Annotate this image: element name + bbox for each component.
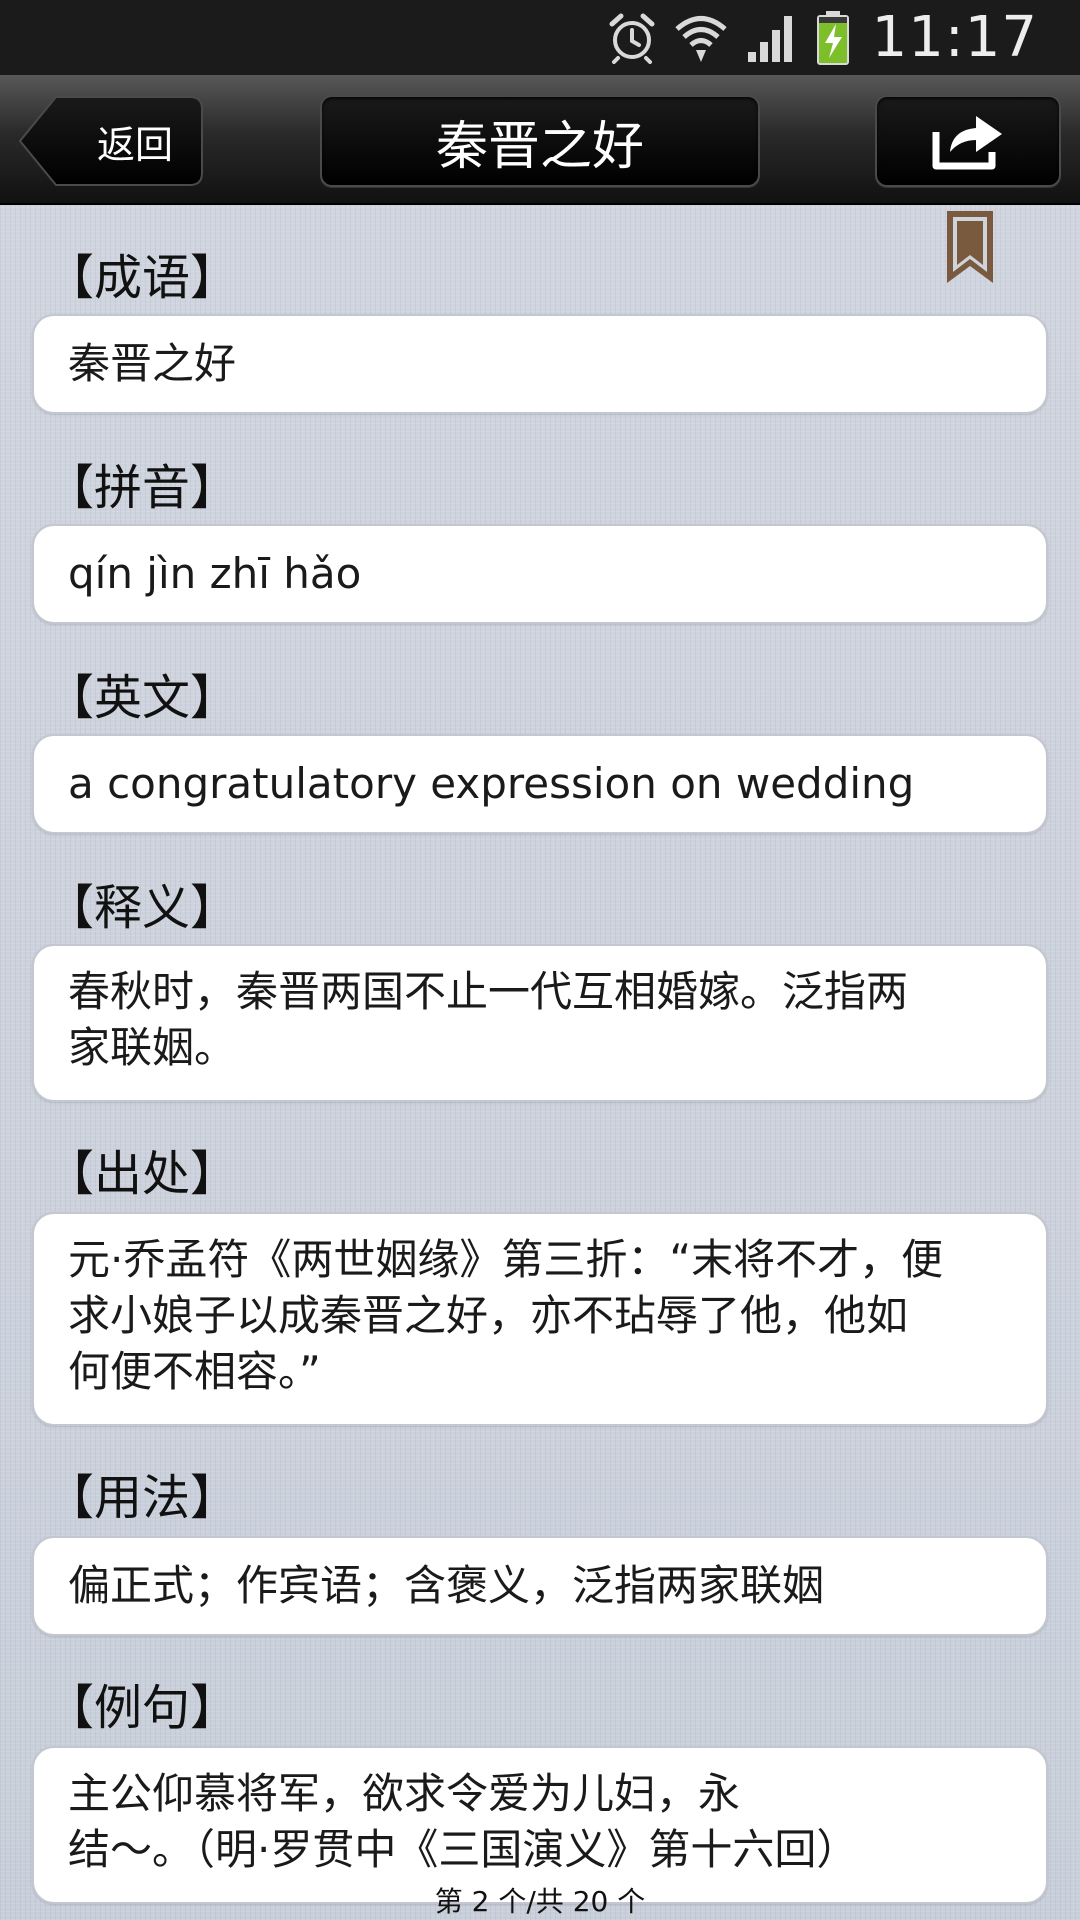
card-pinyin: qín jìn zhī hǎo [32,524,1048,624]
share-icon [930,108,1006,174]
heading-english: 【英文】 [46,670,239,726]
english-text: a congratulatory expression on wedding [68,759,915,808]
meaning-text: 春秋时，秦晋两国不止一代互相婚嫁。泛指两 家联姻。 [68,967,909,1072]
heading-meaning: 【释义】 [46,880,239,936]
page-indicator: 第 2 个/共 20 个 [434,1885,646,1918]
card-idiom: 秦晋之好 [32,314,1048,414]
page-title: 秦晋之好 [320,95,760,187]
back-button[interactable]: 返回 [18,95,204,187]
source-text: 元·乔孟符《两世姻缘》第三折：“末将不才，便 求小娘子以成秦晋之好，亦不玷辱了他… [68,1235,944,1396]
card-english: a congratulatory expression on wedding [32,734,1048,834]
pinyin-text: qín jìn zhī hǎo [68,549,362,598]
card-source: 元·乔孟符《两世姻缘》第三折：“末将不才，便 求小娘子以成秦晋之好，亦不玷辱了他… [32,1212,1048,1426]
wifi-icon [674,12,728,64]
idiom-text: 秦晋之好 [68,339,237,388]
heading-example: 【例句】 [46,1680,239,1736]
card-example: 主公仰慕将军，欲求令爱为儿妇，永 结～。（明·罗贯中《三国演义》第十六回） [32,1746,1048,1904]
heading-idiom: 【成语】 [46,250,239,306]
nav-bar: 返回 秦晋之好 [0,75,1080,205]
heading-source: 【出处】 [46,1146,239,1202]
share-button[interactable] [875,95,1061,187]
usage-text: 偏正式；作宾语；含褒义，泛指两家联姻 [68,1561,825,1610]
bookmark-icon[interactable] [944,208,996,290]
card-meaning: 春秋时，秦晋两国不止一代互相婚嫁。泛指两 家联姻。 [32,944,1048,1102]
heading-pinyin: 【拼音】 [46,460,239,516]
battery-charging-icon [816,10,850,65]
heading-usage: 【用法】 [46,1470,239,1526]
status-bar: 11:17 [0,0,1080,75]
clock: 11:17 [871,5,1038,70]
alarm-icon [608,12,656,64]
back-label: 返回 [96,122,173,167]
card-usage: 偏正式；作宾语；含褒义，泛指两家联姻 [32,1536,1048,1636]
signal-icon [746,12,798,64]
example-text: 主公仰慕将军，欲求令爱为儿妇，永 结～。（明·罗贯中《三国演义》第十六回） [68,1769,859,1874]
